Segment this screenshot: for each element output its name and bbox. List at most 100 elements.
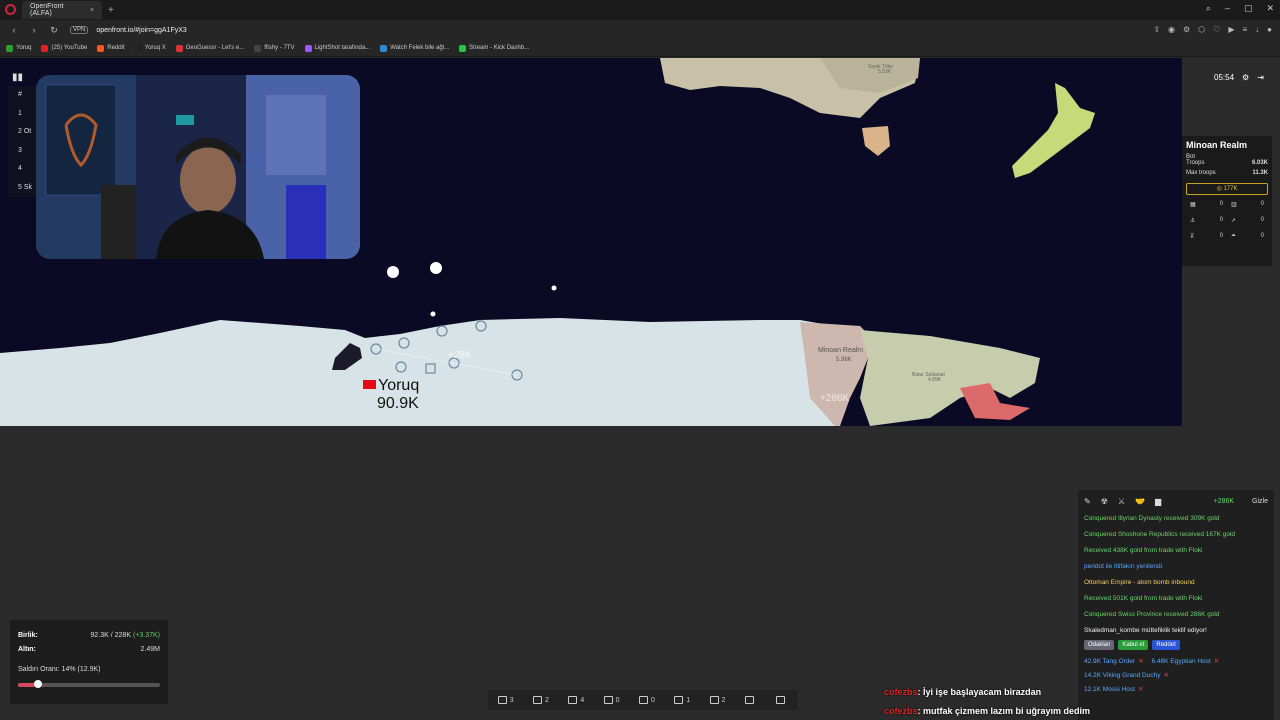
bookmark-item[interactable]: LightShot tarafında... (304, 44, 371, 52)
event-message[interactable]: Conquered Illyrian Dynasty received 309K… (1084, 514, 1268, 524)
build-sam-launcher[interactable]: 1 (674, 696, 690, 704)
attack-ratio-slider[interactable] (18, 680, 160, 688)
hide-button[interactable]: Gizle (1252, 498, 1268, 505)
close-tab-icon[interactable]: × (90, 7, 94, 14)
bookmark-label: Yoruq (16, 45, 32, 51)
bookmark-item[interactable]: (25) YouTube (41, 44, 87, 52)
event-message[interactable]: peridot ile ittifakın yenilendi (1084, 562, 1268, 572)
build-hydrogen-bomb[interactable] (776, 696, 788, 704)
download-icon[interactable]: ↓ (1255, 25, 1259, 34)
search-tabs-icon[interactable]: ⌕ (1206, 3, 1211, 14)
bookmark-item[interactable]: Yoruq (6, 44, 32, 52)
vpn-badge[interactable]: VPN (70, 26, 89, 34)
menu-icon[interactable]: ≡ (1242, 25, 1247, 34)
count: 0 (1219, 201, 1223, 207)
attack-item[interactable]: 6.48K Egyptian Host (1151, 658, 1210, 665)
cancel-icon[interactable]: ✕ (1163, 672, 1168, 679)
new-tab-icon[interactable]: + (108, 5, 114, 16)
bookmark-item[interactable]: ffishy - 7TV (254, 44, 295, 52)
extensions-icon[interactable]: ⬡ (1198, 25, 1205, 34)
share-icon[interactable]: ⇪ (1153, 25, 1160, 34)
pencil-icon[interactable]: ✎ (1084, 497, 1091, 506)
event-message[interactable]: Conquered Shoshone Republics received 16… (1084, 530, 1268, 540)
bookmark-item[interactable]: Stream - Kick Dashb... (459, 44, 529, 52)
close-window-icon[interactable]: ✕ (1266, 3, 1274, 14)
bookmark-item[interactable]: Reddit (97, 44, 125, 52)
attack-item[interactable]: 12.1K Mossi Host (1084, 686, 1135, 693)
event-message[interactable]: Ottoman Empire - atom bomb inbound (1084, 578, 1268, 588)
leaderboard-row[interactable]: 2 Ot (8, 123, 38, 142)
event-message[interactable]: Skaledman_kombe müttefiklik teklif ediyo… (1084, 626, 1268, 636)
build-defense-post[interactable]: 0 (603, 696, 620, 704)
bookmark-item[interactable]: GeoGuessr - Let's e... (175, 44, 244, 52)
cancel-icon[interactable]: ✕ (1138, 658, 1143, 665)
leaderboard-row[interactable]: 1 (8, 105, 38, 124)
troops-stat-rate: (+3.37K) (132, 631, 160, 639)
sword-icon[interactable]: ⚔ (1118, 497, 1125, 506)
leaderboard-row[interactable]: # (8, 86, 38, 105)
url-field[interactable]: openfront.io/#join=ggA1FyX3 (96, 27, 186, 34)
incoming-attacks: 42.9K Tang Order ✕ 6.48K Egyptian Host ✕ 1… (1084, 655, 1268, 697)
event-message[interactable]: Received 501K gold from trade with Floki (1084, 594, 1268, 604)
play-icon[interactable]: ▶ (1228, 25, 1234, 34)
settings-icon[interactable]: ⚙ (1183, 25, 1190, 34)
port-icon[interactable] (436, 325, 448, 337)
back-icon[interactable]: ‹ (8, 25, 20, 35)
event-message[interactable]: Received 438K gold from trade with Floki (1084, 546, 1268, 556)
port-icon[interactable] (398, 337, 410, 349)
attack-item[interactable]: 14.2K Viking Grand Duchy (1084, 672, 1160, 679)
leaderboard-row[interactable]: 5 Sk (8, 179, 38, 198)
forward-icon[interactable]: › (28, 25, 40, 35)
camera-icon[interactable]: ◉ (1168, 25, 1175, 34)
city-icon: ▦ (1190, 202, 1196, 208)
nuke-icon[interactable]: ☢ (1101, 497, 1108, 506)
build-port[interactable]: 4 (568, 696, 584, 704)
build-atom-bomb[interactable] (744, 696, 757, 704)
floating-gold-text: +286K (820, 393, 850, 404)
missile-silo-icon[interactable] (425, 363, 436, 374)
build-count: 0 (615, 696, 620, 704)
opera-logo-icon[interactable] (5, 4, 16, 15)
build-missile-silo[interactable]: 0 (638, 696, 655, 704)
accept-button[interactable]: Kabul et (1118, 640, 1149, 650)
chat-text: : İyi işe başlayacam birazdan (917, 687, 1042, 697)
max-troops-row: Max troops 11.3K (1186, 170, 1268, 180)
slider-knob[interactable] (33, 680, 42, 688)
reject-button[interactable]: Reddet (1152, 640, 1180, 650)
city-icon[interactable] (395, 361, 407, 373)
cancel-icon[interactable]: ✕ (1138, 686, 1143, 693)
focus-button[interactable]: Odaklan (1084, 640, 1115, 650)
reload-icon[interactable]: ↻ (48, 25, 60, 36)
minimize-icon[interactable]: – (1225, 3, 1230, 14)
max-troops-value: 11.3K (1252, 170, 1268, 176)
leaderboard-row[interactable]: 3 (8, 142, 38, 161)
bar-chart-icon[interactable]: ▮▮ (12, 72, 24, 83)
leaderboard[interactable]: #1 2 Ot 3 4 5 Sk (8, 86, 38, 197)
exit-icon[interactable]: ⇥ (1257, 73, 1264, 82)
bookmark-favicon-icon (41, 44, 49, 52)
leaderboard-row[interactable]: 4 (8, 160, 38, 179)
handshake-icon[interactable]: 🤝 (1135, 497, 1145, 506)
player-stats-panel: Birlik: 92.3K / 228K (+3.37K) Altın: 2.4… (10, 620, 168, 704)
cancel-icon[interactable]: ✕ (1214, 658, 1219, 665)
chat-icon[interactable]: ▆ (1155, 497, 1161, 506)
browser-tab-active[interactable]: OpenFront (ALFA) × (22, 1, 102, 19)
heart-icon[interactable]: ♡ (1213, 25, 1220, 34)
build-city[interactable]: 3 (497, 696, 514, 704)
avatar[interactable]: ● (1267, 25, 1272, 34)
player-troops-label: 90.9K (377, 395, 419, 412)
window-controls: ⌕ – ▢ ✕ (1206, 3, 1274, 14)
build-count: 4 (580, 696, 585, 704)
build-warship[interactable]: 2 (709, 696, 725, 704)
bookmark-item[interactable]: Yoruq X (134, 44, 166, 52)
alliance-buttons: Odaklan Kabul et Reddet (1084, 640, 1268, 650)
gold-value: 177K (1223, 186, 1238, 192)
settings-gear-icon[interactable]: ⚙ (1242, 73, 1249, 82)
attack-item[interactable]: 42.9K Tang Order (1084, 658, 1135, 665)
port-icon[interactable] (475, 320, 487, 332)
build-factory[interactable]: 2 (533, 696, 549, 704)
bookmark-label: LightShot tarafında... (314, 45, 371, 51)
bookmark-item[interactable]: Watch Felek bile ağl... (380, 44, 449, 52)
event-message[interactable]: Conquered Swiss Province received 286K g… (1084, 610, 1268, 620)
maximize-icon[interactable]: ▢ (1244, 3, 1253, 14)
